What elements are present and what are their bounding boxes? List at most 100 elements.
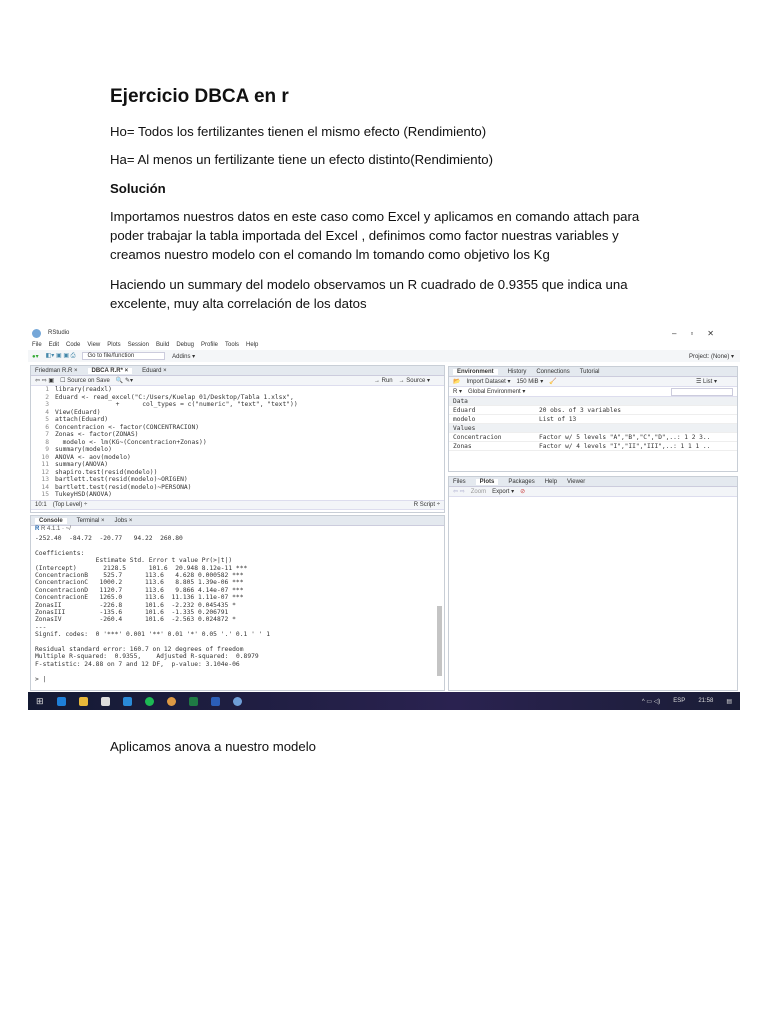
source-tab[interactable]: DBCA R.R* × (87, 367, 133, 374)
files-tab[interactable]: Plots (475, 478, 499, 485)
code-line: 6 Concentracion <- factor(CONCENTRACION) (35, 424, 444, 432)
language-selector[interactable]: R ▾ (453, 388, 462, 395)
menu-session[interactable]: Session (128, 342, 149, 348)
env-value: 20 obs. of 3 variables (539, 406, 621, 414)
files-plots-pane: Files Plots Packages Help Viewer ⇦ ⇨ Zoom Exp… (448, 476, 738, 691)
console-scrollbar[interactable] (437, 606, 442, 676)
console-line: ZonasII -226.8 101.6 -2.232 0.045435 * (35, 601, 236, 609)
line-number: 8 (45, 438, 49, 446)
env-search-input[interactable] (671, 387, 733, 396)
code-text: bartlett.test(resid(modelo)~PERSONA) (55, 483, 192, 491)
console-output[interactable]: -252.40 -84.72 -20.77 94.22 260.80 Coeffi… (31, 535, 444, 683)
edge-icon[interactable] (56, 696, 66, 706)
menu-help[interactable]: Help (246, 342, 258, 348)
word-icon[interactable] (210, 696, 220, 706)
code-line: 12 shapiro.test(resid(modelo)) (35, 469, 444, 477)
run-button[interactable]: → Run (374, 378, 393, 384)
import-dataset-button[interactable]: Import Dataset ▾ (466, 378, 510, 385)
code-text: Concentracion <- factor(CONCENTRACION) (55, 423, 200, 431)
code-text: bartlett.test(resid(modelo)~ORIGEN) (55, 476, 188, 483)
env-row[interactable]: Eduard 20 obs. of 3 variables (449, 406, 737, 415)
menu-file[interactable]: File (32, 342, 42, 348)
source-tab[interactable]: Friedman R.R × (35, 368, 78, 374)
console-tab[interactable]: Jobs × (115, 518, 133, 524)
env-row[interactable]: Concentracion Factor w/ 5 levels "A","B",… (449, 433, 737, 442)
rstudio-icon (32, 328, 41, 338)
explorer-icon[interactable] (78, 696, 88, 706)
zoom-button[interactable]: Zoom (471, 489, 486, 495)
null-hypothesis: Ho= Todos los fertilizantes tienen el mi… (110, 124, 487, 139)
menu-tools[interactable]: Tools (225, 342, 239, 348)
menu-edit[interactable]: Edit (49, 342, 59, 348)
project-menu[interactable]: Project: (None) ▾ (689, 353, 734, 360)
console-line: -252.40 -84.72 -20.77 94.22 260.80 (35, 535, 183, 542)
addins-menu[interactable]: Addins ▾ (172, 353, 195, 360)
source-tabs: Friedman R.R × DBCA R.R* × Eduard × (31, 366, 444, 376)
console-tab[interactable]: Terminal × (77, 518, 105, 524)
line-number: 4 (45, 408, 49, 416)
environment-pane: Environment History Connections Tutorial 📂 I… (448, 366, 738, 472)
source-toolbar: ⇦ ⇨ ▣ ☐ Source on Save 🔍 ✎▾ → Run → Source… (31, 376, 444, 386)
console-line: Signif. codes: 0 '***' 0.001 '**' 0.01 '… (35, 631, 271, 639)
code-editor[interactable]: 1 library(readxl) 2 Eduard <- read_excel("C… (31, 386, 444, 500)
menu-view[interactable]: View (87, 342, 100, 348)
console-tab[interactable]: Console (35, 517, 67, 524)
files-tabs: Files Plots Packages Help Viewer (449, 477, 737, 487)
console-line: Estimate Std. Error t value Pr(>|t|) (35, 557, 233, 565)
window-controls[interactable]: –▫✕ (672, 329, 728, 338)
env-tab[interactable]: Environment (453, 368, 498, 375)
chrome-icon[interactable] (166, 696, 176, 706)
excel-icon[interactable] (188, 696, 198, 706)
menu-profile[interactable]: Profile (201, 342, 218, 348)
console-line: ZonasIII -135.6 101.6 -1.335 0.206791 (35, 609, 229, 617)
line-number: 13 (41, 476, 49, 483)
rstudio-taskbar-icon[interactable] (232, 696, 242, 706)
console-line: > | (35, 675, 47, 683)
env-value: List of 13 (539, 415, 577, 423)
console-line: ConcentracionE 1265.0 113.6 11.136 1.11e… (35, 594, 244, 602)
cursor-position: 10:1 (35, 502, 47, 508)
goto-file-input[interactable]: Go to file/function (82, 352, 166, 360)
scope-selector[interactable]: (Top Level) ÷ (53, 502, 88, 508)
env-tab[interactable]: History (508, 369, 527, 375)
env-tab[interactable]: Connections (536, 369, 569, 375)
menu-code[interactable]: Code (66, 342, 80, 348)
clock[interactable]: 21:58 (698, 698, 713, 704)
menu-debug[interactable]: Debug (176, 342, 194, 348)
export-button[interactable]: Export ▾ (492, 488, 514, 495)
console-tabs: Console Terminal × Jobs × (31, 516, 444, 526)
code-line: 13 bartlett.test(resid(modelo)~ORIGEN) (35, 476, 444, 484)
env-row[interactable]: Zonas Factor w/ 4 levels "I","II","III",.… (449, 442, 737, 451)
notifications-icon[interactable]: ▤ (726, 698, 732, 705)
global-environment-selector[interactable]: Global Environment ▾ (468, 388, 525, 395)
mail-icon[interactable] (122, 696, 132, 706)
source-tab[interactable]: Eduard × (142, 368, 167, 374)
spotify-icon[interactable] (144, 696, 154, 706)
menu-plots[interactable]: Plots (107, 342, 120, 348)
files-tab[interactable]: Packages (508, 479, 534, 485)
broom-icon[interactable]: 🧹 (549, 378, 556, 385)
start-icon[interactable]: ⊞ (36, 696, 44, 707)
line-number: 6 (45, 423, 49, 431)
list-view-button[interactable]: ☰ List ▾ (696, 378, 717, 385)
title-bar: RStudio –▫✕ (28, 326, 740, 340)
rstudio-screenshot: RStudio –▫✕ File Edit Code View Plots Session… (28, 326, 740, 710)
console-line: ConcentracionB 525.7 113.6 4.628 0.00058… (35, 572, 244, 580)
code-text: + col_types = c("numeric", "text", "text… (55, 401, 298, 408)
files-tab[interactable]: Help (545, 479, 557, 485)
env-selector-row: R ▾ Global Environment ▾ (449, 387, 737, 397)
files-tab[interactable]: Files (453, 479, 466, 485)
file-type-selector[interactable]: R Script ÷ (414, 502, 440, 508)
source-on-save-checkbox[interactable]: ☐ Source on Save (60, 377, 110, 384)
store-icon[interactable] (100, 696, 110, 706)
env-row[interactable]: modelo List of 13 (449, 415, 737, 424)
menu-build[interactable]: Build (156, 342, 169, 348)
files-tab[interactable]: Viewer (567, 479, 585, 485)
memory-usage[interactable]: 150 MiB ▾ (517, 378, 544, 385)
language-indicator[interactable]: ESP (673, 698, 685, 704)
source-button[interactable]: → Source ▾ (399, 377, 430, 384)
env-tab[interactable]: Tutorial (580, 369, 600, 375)
code-line: 3 + col_types = c("numeric", "text", "te… (35, 401, 444, 409)
